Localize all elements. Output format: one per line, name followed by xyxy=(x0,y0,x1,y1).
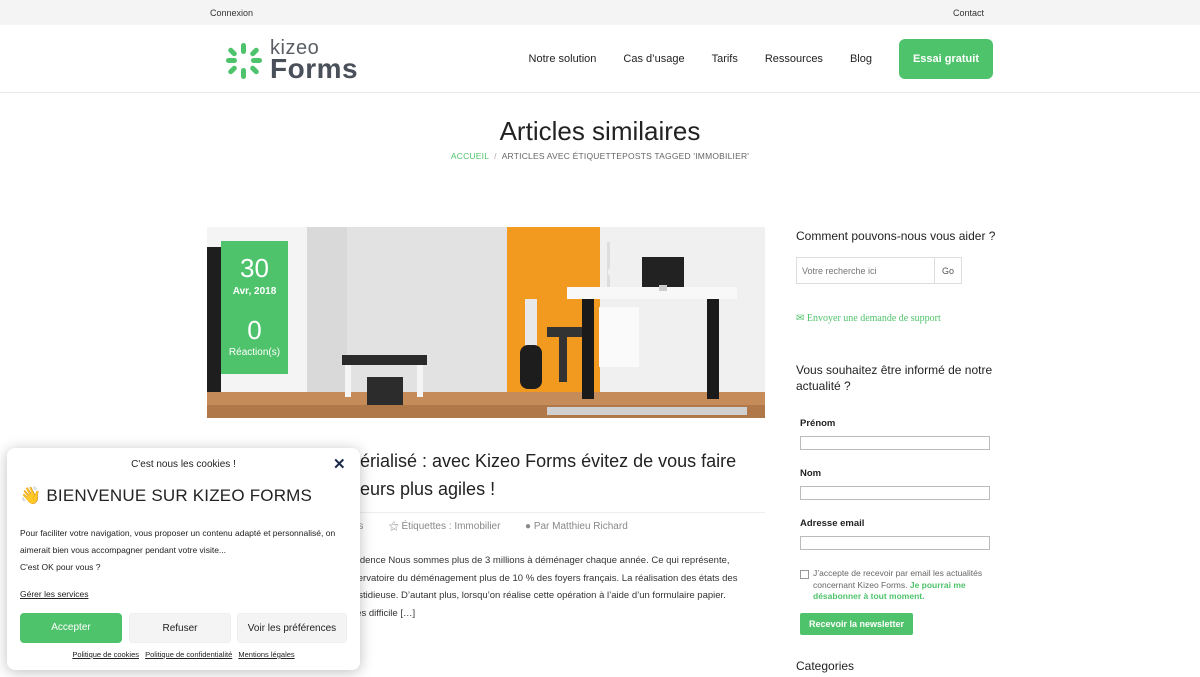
name-field[interactable] xyxy=(800,486,990,500)
firstname-label: Prénom xyxy=(800,418,836,429)
post-author: ● Par Matthieu Richard xyxy=(525,521,628,532)
firstname-field[interactable] xyxy=(800,436,990,450)
cookie-policy-link[interactable]: Politique de cookies xyxy=(72,650,139,659)
breadcrumb: ACCUEIL / ARTICLES AVEC ÉTIQUETTEPOSTS TAG… xyxy=(0,151,1200,161)
nav-item-resources[interactable]: Ressources xyxy=(765,53,823,65)
cookie-body-line: aimerait bien vous accompagner pendant v… xyxy=(20,545,227,555)
logo-mark-icon xyxy=(226,42,262,79)
search-input[interactable] xyxy=(796,257,935,284)
reactions-label: Réaction(s) xyxy=(228,347,281,358)
post-tags-text[interactable]: Étiquettes : Immobilier xyxy=(402,521,501,532)
kizeo-forms-logo[interactable]: kizeo Forms xyxy=(224,38,358,83)
newsletter-form: Prénom Nom Adresse email J’accepte de re… xyxy=(800,418,994,635)
accept-button[interactable]: Accepter xyxy=(20,613,122,643)
manage-services-link[interactable]: Gérer les services xyxy=(20,589,89,599)
email-field[interactable] xyxy=(800,536,990,550)
nav-item-blog[interactable]: Blog xyxy=(850,53,872,65)
contact-link[interactable]: Contact xyxy=(953,8,984,18)
main-nav: Notre solution Cas d’usage Tarifs Ressou… xyxy=(529,25,1200,93)
search-form: Go xyxy=(796,257,962,284)
cookie-header: C'est nous les cookies ! xyxy=(131,459,236,470)
nav-item-solution[interactable]: Notre solution xyxy=(529,53,597,65)
newsletter-title: Vous souhaitez être informé de notre act… xyxy=(796,363,993,393)
preferences-button[interactable]: Voir les préférences xyxy=(237,613,347,643)
cookie-title: 👋 BIENVENUE SUR KIZEO FORMS xyxy=(20,486,312,506)
breadcrumb-current: ARTICLES AVEC ÉTIQUETTEPOSTS TAGGED 'IMM… xyxy=(501,151,750,161)
close-icon[interactable]: ✕ xyxy=(333,455,346,473)
sidebar: Comment pouvons-nous vous aider ? Go ✉ E… xyxy=(796,228,996,673)
user-icon: ● xyxy=(525,521,532,532)
cookie-consent-dialog: C'est nous les cookies ! ✕ 👋 BIENVENUE S… xyxy=(7,448,360,670)
logo-text-forms: Forms xyxy=(270,53,359,84)
post-month: Avr, 2018 xyxy=(232,286,277,297)
page-title: Articles similaires xyxy=(499,116,701,146)
post-tags: ⚝ Étiquettes : Immobilier xyxy=(389,521,500,532)
support-link-text: Envoyer une demande de support xyxy=(806,313,941,324)
cookie-body: Pour faciliter votre navigation, vous pr… xyxy=(20,525,350,576)
support-link[interactable]: ✉ Envoyer une demande de support xyxy=(796,313,941,324)
tag-icon: ⚝ xyxy=(389,521,399,532)
envelope-icon: ✉ xyxy=(796,313,805,324)
cookie-body-line: C'est OK pour vous ? xyxy=(20,562,101,572)
post-day: 30 xyxy=(240,253,269,283)
consent-row: J’accepte de recevoir par email les actu… xyxy=(800,568,994,603)
cookie-policy-links: Politique de cookies Politique de confid… xyxy=(7,650,360,659)
refuse-button[interactable]: Refuser xyxy=(129,613,231,643)
help-title: Comment pouvons-nous vous aider ? xyxy=(796,229,996,243)
consent-checkbox[interactable] xyxy=(800,570,809,579)
privacy-policy-link[interactable]: Politique de confidentialité xyxy=(145,650,232,659)
breadcrumb-separator: / xyxy=(494,151,497,161)
top-bar: Connexion Contact xyxy=(0,0,1200,25)
breadcrumb-home[interactable]: ACCUEIL xyxy=(451,151,489,161)
newsletter-submit-button[interactable]: Recevoir la newsletter xyxy=(800,612,914,635)
search-button[interactable]: Go xyxy=(935,257,962,284)
cookie-title-text: BIENVENUE SUR KIZEO FORMS xyxy=(46,486,313,505)
login-link[interactable]: Connexion xyxy=(210,8,253,18)
reactions-count: 0 xyxy=(247,315,262,345)
free-trial-button[interactable]: Essai gratuit xyxy=(898,39,993,79)
categories-title: Categories xyxy=(796,659,855,673)
cookie-body-line: Pour faciliter votre navigation, vous pr… xyxy=(20,528,336,538)
post-date-badge: 30 Avr, 2018 0 Réaction(s) xyxy=(221,241,288,374)
site-header: kizeo Forms Notre solution Cas d’usage T… xyxy=(0,25,1200,93)
post-author-text[interactable]: Par Matthieu Richard xyxy=(534,521,628,532)
name-label: Nom xyxy=(800,468,822,479)
office-desk-illustration xyxy=(207,227,765,418)
logo-wordmark: kizeo Forms xyxy=(270,38,358,83)
nav-item-use-cases[interactable]: Cas d’usage xyxy=(623,53,684,65)
nav-item-pricing[interactable]: Tarifs xyxy=(712,53,738,65)
email-label: Adresse email xyxy=(800,518,865,529)
legal-notice-link[interactable]: Mentions légales xyxy=(238,650,294,659)
post-featured-image[interactable] xyxy=(207,227,765,418)
waving-hand-icon: 👋 xyxy=(20,486,42,505)
